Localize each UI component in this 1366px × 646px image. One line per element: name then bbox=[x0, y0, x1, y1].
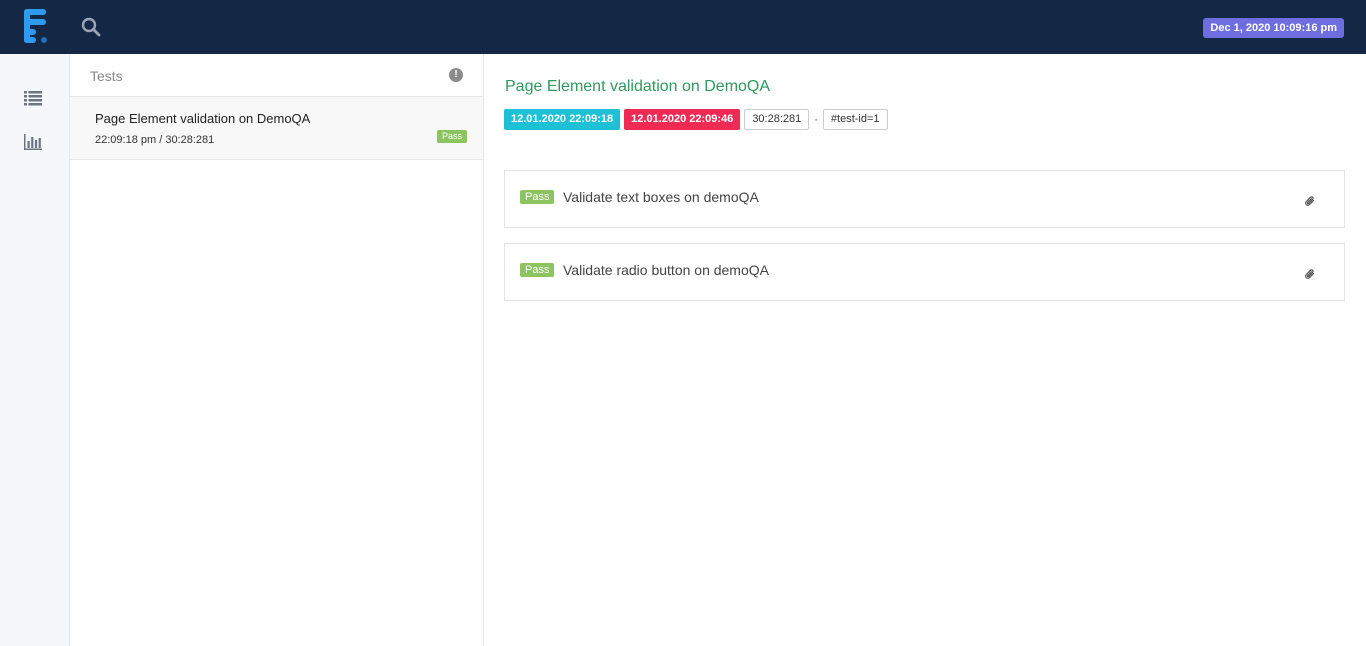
list-icon[interactable] bbox=[24, 90, 42, 106]
duration-badge: 30:28:281 bbox=[744, 109, 810, 130]
step-name: Validate radio button on demoQA bbox=[563, 262, 769, 278]
info-icon[interactable]: ! bbox=[449, 68, 463, 82]
left-nav bbox=[0, 54, 70, 646]
report-datetime-badge: Dec 1, 2020 10:09:16 pm bbox=[1203, 18, 1344, 38]
paperclip-icon[interactable] bbox=[1304, 195, 1316, 207]
end-time-badge: 12.01.2020 22:09:46 bbox=[624, 109, 741, 130]
test-list-item[interactable]: Page Element validation on DemoQA 22:09:… bbox=[70, 97, 483, 160]
test-tags: 12.01.2020 22:09:18 12.01.2020 22:09:46 … bbox=[504, 109, 888, 130]
paperclip-icon[interactable] bbox=[1304, 268, 1316, 280]
test-id-badge: #test-id=1 bbox=[822, 109, 888, 130]
test-item-time: 22:09:18 pm / 30:28:281 bbox=[95, 134, 215, 146]
tests-panel: Tests ! Page Element validation on DemoQ… bbox=[70, 54, 484, 646]
step-name: Validate text boxes on demoQA bbox=[563, 189, 759, 205]
test-step-card[interactable]: Pass Validate text boxes on demoQA bbox=[504, 170, 1345, 228]
extent-logo-icon[interactable] bbox=[22, 9, 50, 43]
tests-panel-title: Tests bbox=[90, 68, 123, 84]
bar-chart-icon[interactable] bbox=[24, 134, 42, 150]
test-item-name: Page Element validation on DemoQA bbox=[95, 111, 311, 126]
status-badge: Pass bbox=[436, 130, 467, 143]
tag-separator: · bbox=[814, 113, 818, 126]
tests-panel-header: Tests ! bbox=[70, 54, 483, 97]
test-detail-pane: Page Element validation on DemoQA 12.01.… bbox=[484, 54, 1366, 646]
step-status-badge: Pass bbox=[520, 190, 555, 204]
start-time-badge: 12.01.2020 22:09:18 bbox=[504, 109, 621, 130]
test-step-card[interactable]: Pass Validate radio button on demoQA bbox=[504, 243, 1345, 301]
test-title: Page Element validation on DemoQA bbox=[505, 78, 771, 95]
top-bar: Dec 1, 2020 10:09:16 pm bbox=[0, 0, 1366, 54]
search-icon[interactable] bbox=[81, 17, 101, 37]
step-status-badge: Pass bbox=[520, 263, 555, 277]
